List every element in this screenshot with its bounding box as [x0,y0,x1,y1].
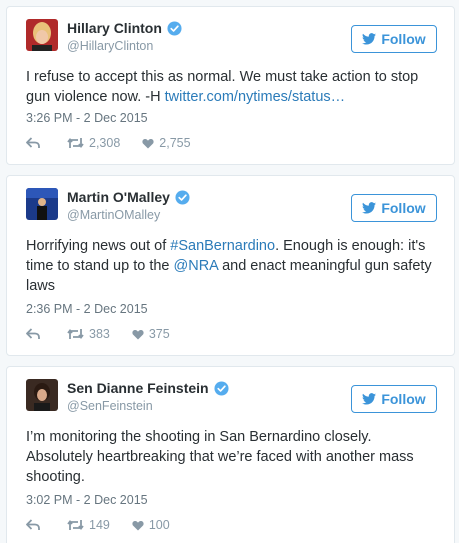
twitter-bird-icon [362,202,377,214]
follow-button[interactable]: Follow [351,385,437,413]
tweet-text: Horrifying news out of #SanBernardino. E… [26,236,436,296]
display-name-text[interactable]: Hillary Clinton [67,20,162,36]
verified-badge-icon [214,380,229,396]
like-count: 2,755 [159,136,191,150]
retweet-icon [67,138,84,148]
retweet-icon [67,520,84,530]
user-handle[interactable]: @SenFeinstein [67,399,153,413]
retweet-count: 383 [89,327,110,341]
like-button[interactable]: 100 [132,518,170,532]
display-name[interactable]: Hillary Clinton [67,20,182,36]
display-name-text[interactable]: Sen Dianne Feinstein [67,380,209,396]
timestamp[interactable]: 3:26 PM - 2 Dec 2015 [26,111,148,125]
retweet-count: 149 [89,518,110,532]
retweet-count: 2,308 [89,136,121,150]
tweet-card: Sen Dianne Feinstein @SenFeinstein Follo… [6,366,455,543]
mention-link[interactable]: @NRA [174,258,219,274]
avatar[interactable] [26,379,58,411]
twitter-bird-icon [362,33,377,45]
heart-icon [132,329,144,339]
reply-icon [26,137,40,148]
reply-icon [26,519,40,530]
reply-icon [26,328,40,339]
follow-label: Follow [381,31,426,47]
tweet-text: I refuse to accept this as normal. We mu… [26,67,436,107]
reply-button[interactable] [26,328,45,340]
timestamp[interactable]: 2:36 PM - 2 Dec 2015 [26,302,148,316]
tweet-actions: 2,308 2,755 [26,136,213,150]
verified-badge-icon [175,189,190,205]
heart-icon [132,520,144,530]
like-count: 100 [148,518,170,532]
like-button[interactable]: 2,755 [142,136,191,150]
user-handle[interactable]: @HillaryClinton [67,39,153,53]
twitter-bird-icon [362,393,377,405]
retweet-button[interactable]: 149 [67,518,110,532]
tweet-card: Martin O'Malley @MartinOMalley Follow Ho… [6,175,455,356]
tweet-text-segment: Horrifying news out of [26,238,171,254]
display-name[interactable]: Sen Dianne Feinstein [67,380,229,396]
heart-icon [142,138,154,148]
retweet-button[interactable]: 383 [67,327,110,341]
display-name-text[interactable]: Martin O'Malley [67,189,170,205]
tweet-card: Hillary Clinton @HillaryClinton Follow I… [6,6,455,165]
hashtag-link[interactable]: #SanBernardino [170,238,275,254]
avatar[interactable] [26,19,58,51]
display-name[interactable]: Martin O'Malley [67,189,190,205]
follow-label: Follow [381,200,426,216]
timestamp[interactable]: 3:02 PM - 2 Dec 2015 [26,493,148,507]
retweet-icon [67,329,84,339]
follow-button[interactable]: Follow [351,25,437,53]
user-handle[interactable]: @MartinOMalley [67,208,160,222]
reply-button[interactable] [26,137,45,149]
tweet-text: I’m monitoring the shooting in San Berna… [26,427,436,487]
avatar[interactable] [26,188,58,220]
reply-button[interactable] [26,519,45,531]
verified-badge-icon [167,20,182,36]
like-count: 375 [148,327,170,341]
tweet-actions: 383 375 [26,327,192,341]
like-button[interactable]: 375 [132,327,170,341]
follow-label: Follow [381,391,426,407]
tweet-link[interactable]: twitter.com/nytimes/status… [165,89,346,105]
retweet-button[interactable]: 2,308 [67,136,120,150]
follow-button[interactable]: Follow [351,194,437,222]
tweet-actions: 149 100 [26,518,192,532]
tweet-text-segment: I’m monitoring the shooting in San Berna… [26,429,414,485]
